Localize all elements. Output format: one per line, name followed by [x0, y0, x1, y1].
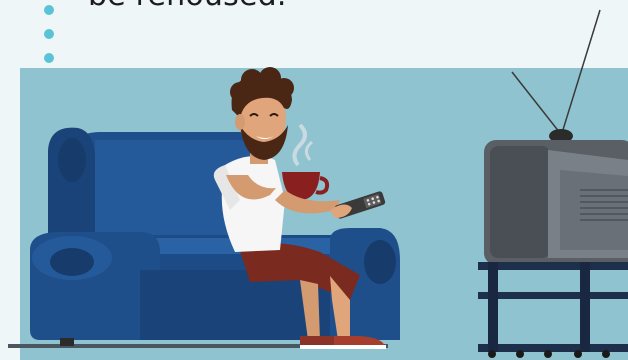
man-watching-tv-illustration	[8, 9, 628, 360]
